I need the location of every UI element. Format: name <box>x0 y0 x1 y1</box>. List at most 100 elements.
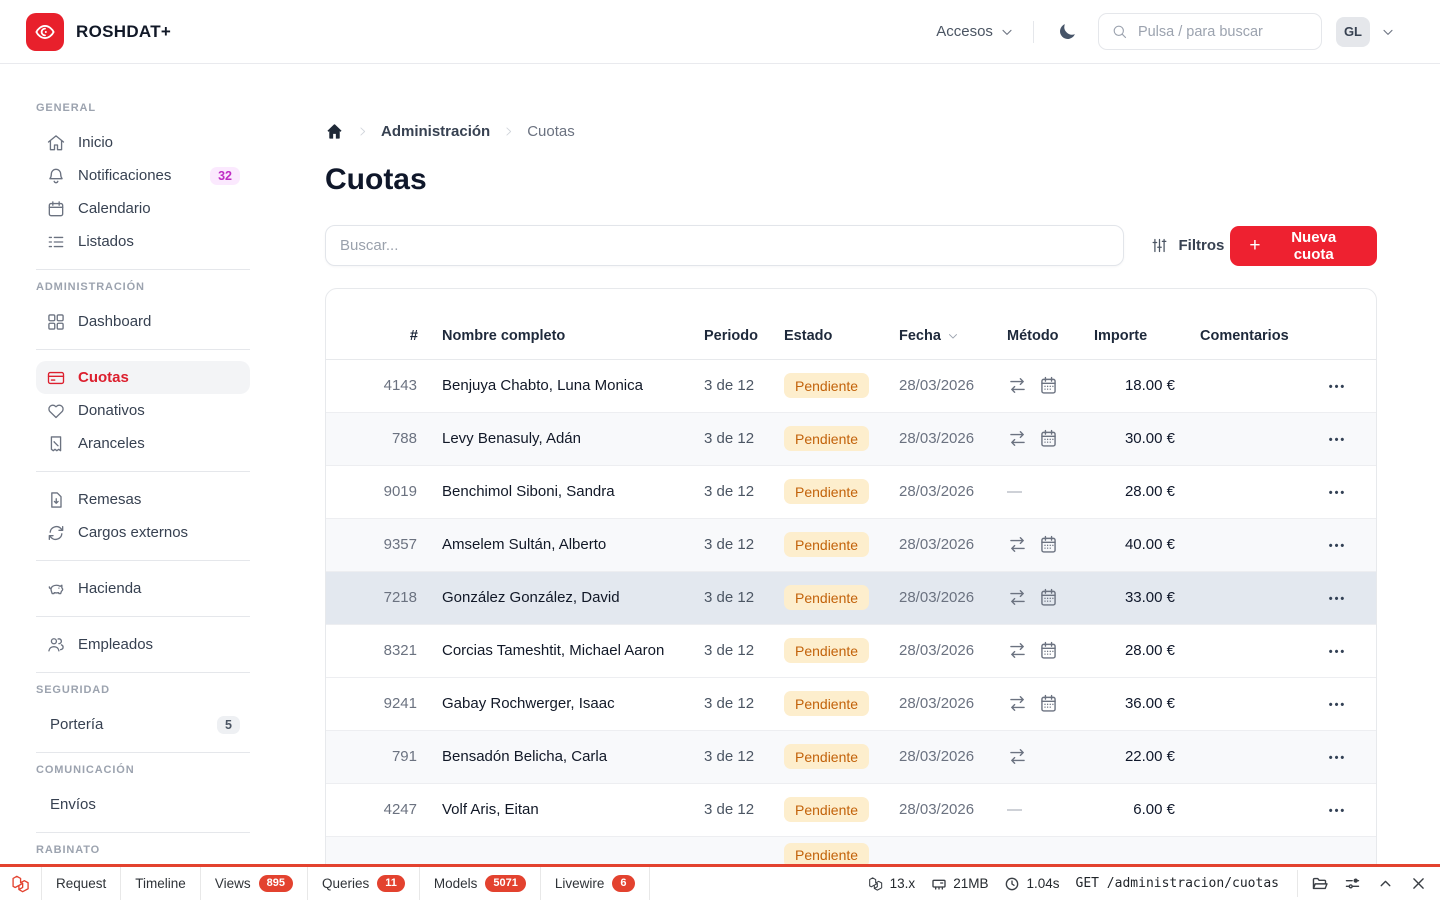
row-actions-button[interactable]: ••• <box>1329 699 1347 711</box>
close-debugbar-button[interactable] <box>1403 870 1434 897</box>
cell-name: González González, David <box>418 571 680 624</box>
cell-name: Gabay Rochwerger, Isaac <box>418 677 680 730</box>
debugbar-tab-views[interactable]: Views895 <box>201 867 308 900</box>
breadcrumb-parent[interactable]: Administración <box>381 123 490 140</box>
user-menu-chevron-icon[interactable] <box>1380 24 1396 40</box>
row-actions-button[interactable]: ••• <box>1329 381 1347 393</box>
debugbar-tab-livewire[interactable]: Livewire 6 <box>541 867 650 900</box>
sidebar-item-hacienda[interactable]: Hacienda <box>36 572 250 605</box>
table-row[interactable]: 788Levy Benasuly, Adán3 de 12Pendiente28… <box>326 412 1376 465</box>
sidebar-item-label: Empleados <box>78 636 153 653</box>
cell-actions: ••• <box>1300 359 1376 412</box>
dark-mode-toggle[interactable] <box>1052 17 1082 47</box>
cell-id: 9241 <box>326 677 418 730</box>
debugbar-tab-count: 6 <box>612 875 634 892</box>
user-avatar[interactable]: GL <box>1336 17 1370 47</box>
global-search[interactable] <box>1098 13 1322 50</box>
table-row[interactable]: 7218González González, David3 de 12Pendi… <box>326 571 1376 624</box>
debugbar-tab-models[interactable]: Models5071 <box>420 867 541 900</box>
column-header-fecha[interactable]: Fecha <box>875 289 983 359</box>
global-search-input[interactable] <box>1136 23 1309 41</box>
sidebar-item-notificaciones[interactable]: Notificaciones32 <box>36 159 250 192</box>
sidebar-section-label: ADMINISTRACIÓN <box>36 281 250 296</box>
table-controls: Filtros + Nueva cuota <box>325 225 1377 266</box>
cell-method: — <box>983 465 1070 518</box>
cell-comments <box>1176 412 1300 465</box>
debugbar: Request TimelineViews895Queries11Models50… <box>0 864 1440 900</box>
new-cuota-button[interactable]: + Nueva cuota <box>1230 226 1377 266</box>
table-row[interactable]: 9241Gabay Rochwerger, Isaac3 de 12Pendie… <box>326 677 1376 730</box>
table-row[interactable]: 4143Benjuya Chabto, Luna Monica3 de 12Pe… <box>326 359 1376 412</box>
table-row[interactable]: 791Bensadón Belicha, Carla3 de 12Pendien… <box>326 730 1376 783</box>
row-actions-button[interactable]: ••• <box>1329 752 1347 764</box>
scheduled-method-icon <box>1038 375 1059 396</box>
table-row[interactable]: 9357Amselem Sultán, Alberto3 de 12Pendie… <box>326 518 1376 571</box>
minimize-debugbar-button[interactable] <box>1370 870 1401 897</box>
debugbar-tab-request[interactable]: Request <box>42 867 121 900</box>
cell-id: 4247 <box>326 783 418 836</box>
row-actions-button[interactable]: ••• <box>1329 434 1347 446</box>
debugbar-settings-button[interactable] <box>1337 870 1368 897</box>
debugbar-tab-count: 895 <box>259 875 293 892</box>
sidebar-item-porteria[interactable]: Portería5 <box>36 708 250 741</box>
open-requests-button[interactable] <box>1304 870 1335 897</box>
debugbar-version: 13.x <box>868 876 916 892</box>
sidebar-item-envios[interactable]: Envíos <box>36 788 250 821</box>
sidebar-item-label: Aranceles <box>78 435 145 452</box>
status-badge: Pendiente <box>784 797 869 822</box>
sidebar-item-label: Listados <box>78 233 134 250</box>
row-actions-button[interactable]: ••• <box>1329 487 1347 499</box>
cell-actions: ••• <box>1300 518 1376 571</box>
sidebar-divider <box>36 269 250 270</box>
sidebar-item-inicio[interactable]: Inicio <box>36 126 250 159</box>
transfer-method-icon <box>1007 640 1028 661</box>
table-row[interactable]: 8321Corcias Tameshtit, Michael Aaron3 de… <box>326 624 1376 677</box>
cell-name: Bensadón Belicha, Carla <box>418 730 680 783</box>
cell-status: Pendiente <box>760 571 875 624</box>
cell-period: 3 de 12 <box>680 571 760 624</box>
grid-icon <box>46 312 66 332</box>
debugbar-tab-label: Livewire <box>555 876 605 891</box>
sidebar-item-dashboard[interactable]: Dashboard <box>36 305 250 338</box>
cell-period: 3 de 12 <box>680 783 760 836</box>
sidebar-item-donativos[interactable]: Donativos <box>36 394 250 427</box>
sidebar-item-aranceles[interactable]: Aranceles <box>36 427 250 460</box>
debugbar-tab-label: Request <box>56 876 106 891</box>
sidebar-item-listados[interactable]: Listados <box>36 225 250 258</box>
sidebar-item-cuotas[interactable]: Cuotas <box>36 361 250 394</box>
method-icons <box>1007 746 1069 767</box>
status-badge: Pendiente <box>784 638 869 663</box>
laravel-logo-icon[interactable] <box>0 867 42 900</box>
sidebar-item-empleados[interactable]: Empleados <box>36 628 250 661</box>
cell-status: Pendiente <box>760 624 875 677</box>
close-icon <box>1410 875 1427 892</box>
cell-id: 9019 <box>326 465 418 518</box>
table-search-input[interactable] <box>325 225 1124 266</box>
cell-name: Levy Benasuly, Adán <box>418 412 680 465</box>
debugbar-tab-queries[interactable]: Queries11 <box>308 867 420 900</box>
table-row[interactable]: 9019Benchimol Siboni, Sandra3 de 12Pendi… <box>326 465 1376 518</box>
sidebar-item-calendario[interactable]: Calendario <box>36 192 250 225</box>
row-actions-button[interactable]: ••• <box>1329 646 1347 658</box>
scheduled-method-icon <box>1038 640 1059 661</box>
column-header-nombre-completo: Nombre completo <box>418 289 680 359</box>
row-actions-button[interactable]: ••• <box>1329 593 1347 605</box>
cell-status: Pendiente <box>760 465 875 518</box>
cell-date: 28/03/2026 <box>875 412 983 465</box>
accesos-menu[interactable]: Accesos <box>936 23 1015 40</box>
sidebar-item-remesas[interactable]: Remesas <box>36 483 250 516</box>
home-icon[interactable] <box>325 122 344 141</box>
debugbar-tab-label: Queries <box>322 876 369 891</box>
table-row[interactable]: 4247Volf Aris, Eitan3 de 12Pendiente28/0… <box>326 783 1376 836</box>
cell-id: 9357 <box>326 518 418 571</box>
folder-icon <box>1311 875 1328 892</box>
sidebar-divider <box>36 672 250 673</box>
sidebar-item-cargos-externos[interactable]: Cargos externos <box>36 516 250 549</box>
row-actions-button[interactable]: ••• <box>1329 540 1347 552</box>
filters-button[interactable]: Filtros <box>1144 235 1230 256</box>
status-badge: Pendiente <box>784 532 869 557</box>
debugbar-tab-timeline[interactable]: Timeline <box>121 867 201 900</box>
moon-icon <box>1056 21 1078 43</box>
brand-logo[interactable] <box>26 13 64 51</box>
row-actions-button[interactable]: ••• <box>1329 805 1347 817</box>
